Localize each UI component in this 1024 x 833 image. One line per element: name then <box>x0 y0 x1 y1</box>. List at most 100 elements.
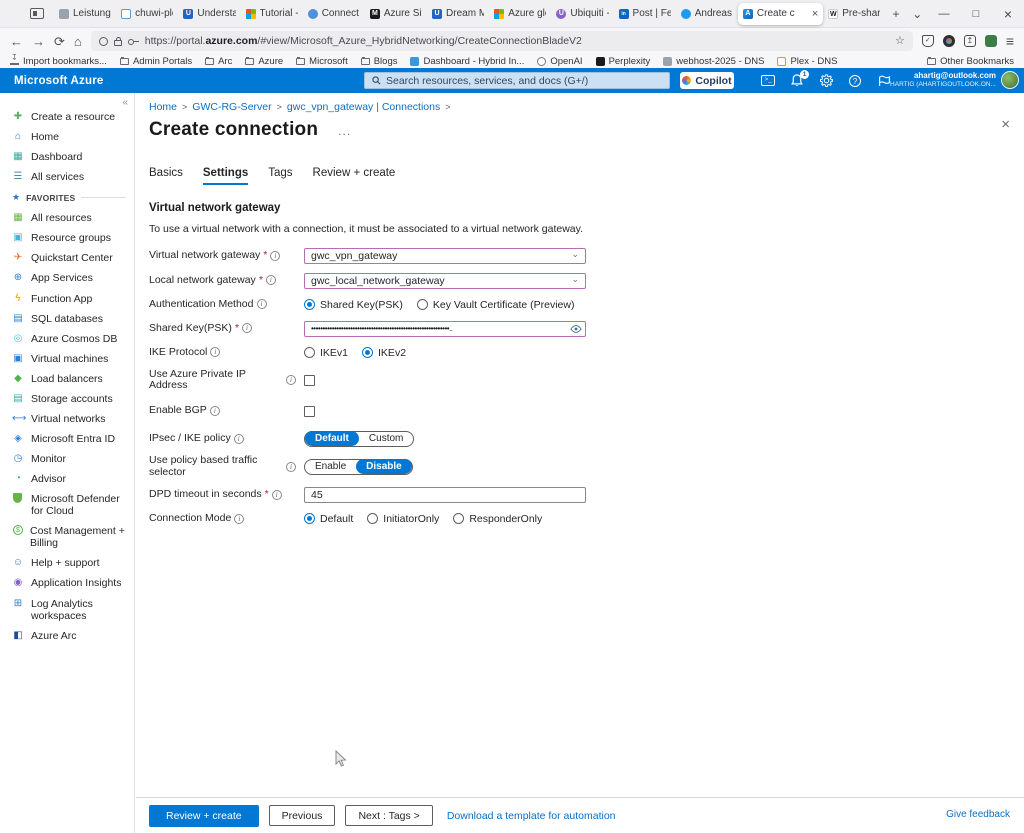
previous-button[interactable]: Previous <box>269 805 336 826</box>
firefox-view-icon[interactable] <box>30 8 44 19</box>
bookmark-item[interactable]: Dashboard - Hybrid In... <box>410 56 524 67</box>
local-network-gateway-select[interactable]: gwc_local_network_gateway⌄ <box>304 273 586 289</box>
tab-tags[interactable]: Tags <box>268 167 292 185</box>
password-key-icon[interactable] <box>128 39 139 44</box>
tab-review-create[interactable]: Review + create <box>313 167 396 185</box>
password-manager-extension-icon[interactable] <box>985 35 997 47</box>
bookmark-item[interactable]: Azure <box>245 56 283 67</box>
info-icon[interactable] <box>257 299 267 309</box>
maximize-button[interactable]: □ <box>960 0 992 28</box>
sidebar-item-all-resources[interactable]: All resources <box>0 208 134 228</box>
radio-shared-key-psk[interactable]: Shared Key(PSK) <box>304 299 403 311</box>
tab-close-icon[interactable]: × <box>812 8 818 20</box>
account-info[interactable]: ahartig@outlook.com HARTIG (AHARTIGOUTLO… <box>890 71 996 89</box>
info-icon[interactable] <box>270 251 280 261</box>
sidebar-item-log-analytics[interactable]: Log Analytics workspaces <box>0 594 134 626</box>
sidebar-item-load-balancers[interactable]: Load balancers <box>0 369 134 389</box>
menu-icon[interactable]: ≡ <box>1006 34 1014 48</box>
bookmark-item[interactable]: Import bookmarks... <box>10 56 107 67</box>
url-bar[interactable]: https://portal.azure.com/#view/Microsoft… <box>91 31 913 51</box>
bookmark-star-icon[interactable]: ☆ <box>895 36 905 47</box>
browser-tab[interactable]: Tutorial - C <box>241 3 303 25</box>
home-icon[interactable]: ⌂ <box>74 35 82 48</box>
enable-bgp-checkbox[interactable] <box>304 406 315 417</box>
sidebar-item-function-app[interactable]: Function App <box>0 289 134 309</box>
bookmark-item[interactable]: Arc <box>205 56 232 67</box>
dpd-timeout-input[interactable]: 45 <box>304 487 586 503</box>
sidebar-item-resource-groups[interactable]: Resource groups <box>0 228 134 248</box>
sidebar-item-all-services[interactable]: All services <box>0 167 134 187</box>
other-bookmarks[interactable]: Other Bookmarks <box>927 56 1014 67</box>
browser-tab[interactable]: Connect U <box>303 3 365 25</box>
adblock-extension-icon[interactable] <box>943 35 955 47</box>
ipsec-custom-option[interactable]: Custom <box>359 431 413 446</box>
browser-tab[interactable]: Leistung <box>54 3 116 25</box>
tab-basics[interactable]: Basics <box>149 167 183 185</box>
info-icon[interactable] <box>286 375 296 385</box>
radio-ikev2[interactable]: IKEv2 <box>362 347 406 359</box>
bookmark-item[interactable]: Perplexity <box>596 56 651 67</box>
blade-close-icon[interactable]: × <box>1001 117 1010 132</box>
download-template-link[interactable]: Download a template for automation <box>447 810 616 822</box>
info-icon[interactable] <box>234 434 244 444</box>
sidebar-item-azure-cosmos-db[interactable]: Azure Cosmos DB <box>0 329 134 349</box>
browser-tab[interactable]: Andreas H <box>676 3 738 25</box>
browser-tab[interactable]: Ubiquiti - D <box>551 3 613 25</box>
radio-connection-mode-default[interactable]: Default <box>304 513 353 525</box>
sidebar-item-virtual-machines[interactable]: Virtual machines <box>0 349 134 369</box>
radio-key-vault-certificate[interactable]: Key Vault Certificate (Preview) <box>417 299 575 311</box>
traffic-selector-enable-option[interactable]: Enable <box>305 459 356 474</box>
reload-icon[interactable]: ⟳ <box>54 35 65 48</box>
breadcrumb-gateway-connections[interactable]: gwc_vpn_gateway | Connections <box>287 101 440 113</box>
info-icon[interactable] <box>210 347 220 357</box>
notifications-bell-icon[interactable]: 1 <box>789 73 805 89</box>
sidebar-item-monitor[interactable]: Monitor <box>0 449 134 469</box>
sidebar-item-app-services[interactable]: App Services <box>0 268 134 288</box>
tab-settings[interactable]: Settings <box>203 167 248 185</box>
browser-tab[interactable]: Understan <box>178 3 240 25</box>
bookmark-item[interactable]: Blogs <box>361 56 398 67</box>
sidebar-item-azure-arc[interactable]: Azure Arc <box>0 626 134 646</box>
give-feedback-link[interactable]: Give feedback <box>946 809 1010 820</box>
breadcrumb-resource-group[interactable]: GWC-RG-Server <box>192 101 271 113</box>
bookmark-item[interactable]: webhost-2025 - DNS <box>663 56 764 67</box>
info-icon[interactable] <box>234 514 244 524</box>
sidebar-item-create-a-resource[interactable]: Create a resource <box>0 107 134 127</box>
review-create-button[interactable]: Review + create <box>149 805 259 827</box>
avatar[interactable] <box>1001 71 1019 89</box>
browser-tab[interactable]: Pre-shared <box>823 3 885 25</box>
radio-ikev1[interactable]: IKEv1 <box>304 347 348 359</box>
url-text[interactable]: https://portal.azure.com/#view/Microsoft… <box>145 35 889 47</box>
ipsec-default-option[interactable]: Default <box>305 431 359 446</box>
bookmark-item[interactable]: Plex - DNS <box>777 56 837 67</box>
browser-tab[interactable]: chuwi-ple <box>116 3 178 25</box>
info-icon[interactable] <box>272 490 282 500</box>
sync-extension-icon[interactable] <box>964 35 976 47</box>
copilot-button[interactable]: Copilot <box>680 72 734 89</box>
back-icon[interactable]: ← <box>10 35 23 48</box>
traffic-selector-disable-option[interactable]: Disable <box>356 459 412 474</box>
sidebar-item-microsoft-entra-id[interactable]: Microsoft Entra ID <box>0 429 134 449</box>
breadcrumb-home[interactable]: Home <box>149 101 177 113</box>
sidebar-collapse-icon[interactable]: « <box>122 97 128 108</box>
sidebar-item-microsoft-defender[interactable]: Microsoft Defender for Cloud <box>0 489 134 521</box>
privacy-extension-icon[interactable] <box>922 35 934 47</box>
info-icon[interactable] <box>242 323 252 333</box>
shared-key-input[interactable]: ••••••••••••••••••••••••••••••••••••••••… <box>304 321 586 337</box>
sidebar-item-dashboard[interactable]: Dashboard <box>0 147 134 167</box>
more-options-icon[interactable]: ... <box>338 124 351 138</box>
settings-gear-icon[interactable] <box>818 73 834 89</box>
tab-list-chevron-icon[interactable]: ⌄ <box>907 7 928 21</box>
forward-icon[interactable]: → <box>32 35 45 48</box>
info-icon[interactable] <box>266 275 276 285</box>
sidebar-item-storage-accounts[interactable]: Storage accounts <box>0 389 134 409</box>
info-icon[interactable] <box>286 462 296 472</box>
sidebar-item-home[interactable]: Home <box>0 127 134 147</box>
browser-tab[interactable]: Azure glob <box>489 3 551 25</box>
cloud-shell-icon[interactable] <box>760 73 776 89</box>
virtual-network-gateway-select[interactable]: gwc_vpn_gateway⌄ <box>304 248 586 264</box>
use-azure-private-ip-checkbox[interactable] <box>304 375 315 386</box>
info-icon[interactable] <box>210 406 220 416</box>
bookmark-item[interactable]: Admin Portals <box>120 56 192 67</box>
reveal-password-eye-icon[interactable] <box>570 325 582 333</box>
